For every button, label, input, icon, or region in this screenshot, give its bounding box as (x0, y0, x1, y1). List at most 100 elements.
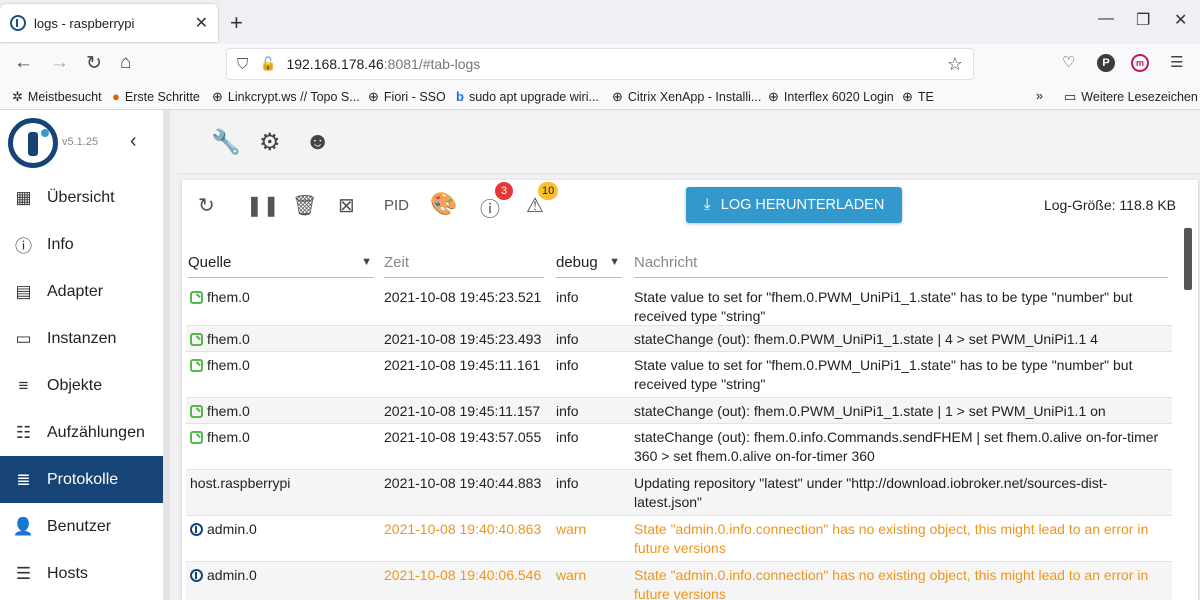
download-log-button[interactable]: ⤓ LOG HERUNTERLADEN (686, 187, 902, 223)
row-time: 2021-10-08 19:45:11.161 (384, 357, 541, 373)
insecure-lock-icon[interactable]: 🔓 (260, 56, 276, 72)
row-message: State "admin.0.info.connection" has no e… (634, 521, 1149, 556)
extension-icon[interactable]: m (1131, 54, 1149, 72)
row-source: fhem.0 (190, 288, 250, 307)
minimize-icon[interactable]: — (1098, 10, 1114, 28)
row-level: info (556, 357, 579, 373)
bookmark-interflex[interactable]: ⊕ Interflex 6020 Login (768, 89, 894, 105)
error-count-badge: 3 (495, 182, 513, 200)
back-icon[interactable]: ← (14, 52, 33, 74)
sidebar-item-protokolle[interactable]: ≣ Protokolle (0, 456, 163, 503)
row-level: warn (556, 567, 587, 583)
row-source: fhem.0 (190, 402, 250, 421)
table-row: admin.0 2021-10-08 19:40:40.863 warn Sta… (186, 516, 1172, 562)
row-level: warn (556, 521, 587, 537)
time-column-header: Zeit (384, 250, 544, 278)
info-icon: ⓘ (15, 237, 32, 256)
refresh-icon[interactable]: ↻ (198, 193, 215, 218)
tab-title: logs - raspberrypi (34, 15, 135, 31)
sidebar-item-adapter[interactable]: ▤ Adapter (0, 268, 163, 315)
list-icon: ≡ (18, 375, 29, 395)
collapse-sidebar-icon[interactable]: ‹ (130, 130, 137, 153)
menu-icon[interactable]: ☰ (1170, 53, 1183, 71)
url-bar[interactable]: ⛉ 🔓 192.168.178.46:8081/#tab-logs ☆ (226, 48, 974, 80)
forward-icon[interactable]: → (50, 52, 69, 74)
bing-icon: b (456, 89, 464, 104)
row-level: info (556, 475, 579, 491)
log-size-label: Log-Größe: 118.8 KB (1043, 197, 1176, 213)
palette-icon[interactable]: 🎨 (430, 191, 457, 217)
row-level: info (556, 429, 579, 445)
expert-mode-head-icon[interactable]: ☻ (305, 128, 330, 156)
row-level: info (556, 403, 579, 419)
home-icon[interactable]: ⌂ (120, 52, 131, 74)
fhem-icon (190, 333, 203, 346)
row-message: Updating repository "latest" under "http… (634, 475, 1108, 510)
admin-adapter-icon (190, 523, 203, 536)
row-source: fhem.0 (190, 428, 250, 447)
sidebar-item-aufzaehlungen[interactable]: ☷ Aufzählungen (0, 409, 163, 456)
close-window-icon[interactable]: ✕ (1174, 10, 1187, 30)
globe-icon: ⊕ (368, 89, 379, 104)
reload-icon[interactable]: ↻ (86, 52, 102, 75)
table-row: admin.0 2021-10-08 19:40:06.546 warn Sta… (186, 562, 1172, 600)
wrench-icon[interactable]: 🔧 (211, 128, 241, 157)
firefox-icon: ● (112, 89, 120, 104)
url-text[interactable]: 192.168.178.46:8081/#tab-logs (286, 56, 480, 72)
settings-gear-icon[interactable]: ⚙ (259, 128, 281, 157)
bookmark-fiori[interactable]: ⊕ Fiori - SSO (368, 89, 446, 105)
row-time: 2021-10-08 19:45:11.157 (384, 403, 541, 419)
row-message: State value to set for "fhem.0.PWM_UniPi… (634, 289, 1133, 324)
table-row: fhem.0 2021-10-08 19:45:23.493 info stat… (186, 326, 1172, 352)
restore-icon[interactable]: ❐ (1136, 10, 1150, 30)
profile-avatar[interactable]: P (1097, 54, 1115, 72)
row-time: 2021-10-08 19:40:06.546 (384, 567, 542, 583)
pocket-icon[interactable]: ♡ (1062, 53, 1075, 71)
bookmark-te[interactable]: ⊕ TE (902, 89, 934, 105)
table-row: fhem.0 2021-10-08 19:45:23.521 info Stat… (186, 280, 1172, 326)
fhem-icon (190, 359, 203, 372)
sidebar-item-objekte[interactable]: ≡ Objekte (0, 362, 163, 409)
source-column-filter[interactable]: Quelle ▼ (188, 250, 374, 278)
version-label: v5.1.25 (62, 136, 99, 148)
globe-icon: ⊕ (212, 89, 223, 104)
bookmark-sudo-apt[interactable]: b sudo apt upgrade wiri... (456, 89, 599, 104)
bookmark-other[interactable]: ▭ Weitere Lesezeichen (1064, 89, 1198, 105)
sidebar-item-benutzer[interactable]: 👤 Benutzer (0, 503, 163, 550)
delete-icon[interactable]: 🗑 (292, 193, 317, 218)
sidebar-item-hosts[interactable]: ☰ Hosts (0, 550, 163, 597)
instances-icon: ▭ (15, 328, 32, 348)
sidebar-item-info[interactable]: ⓘ Info (0, 221, 163, 268)
folder-icon: ▭ (1064, 89, 1077, 104)
level-column-filter[interactable]: debug ▼ (556, 250, 622, 278)
browser-tab-active[interactable]: logs - raspberrypi ✕ (0, 4, 218, 42)
tracking-shield-icon[interactable]: ⛉ (237, 56, 248, 73)
table-row: fhem.0 2021-10-08 19:43:57.055 info stat… (186, 424, 1172, 470)
bookmark-meistbesucht[interactable]: ✲ Meistbesucht (12, 89, 102, 105)
top-toolbar: 🔧 ⚙ ☻ (177, 110, 1200, 174)
fhem-icon (190, 291, 203, 304)
table-row: fhem.0 2021-10-08 19:45:11.157 info stat… (186, 398, 1172, 424)
row-source: fhem.0 (190, 330, 250, 349)
log-panel: ↻ ❚❚ 🗑 ⊠ PID 🎨 ⓘ 3 ⚠ 10 ⤓ LOG HERUNTERLAD… (182, 180, 1198, 600)
row-message: stateChange (out): fhem.0.info.Commands.… (634, 429, 1159, 464)
row-message: stateChange (out): fhem.0.PWM_UniPi1_1.s… (634, 403, 1106, 419)
admin-adapter-icon (190, 569, 203, 582)
more-bookmarks-chevron-icon[interactable]: » (1036, 89, 1043, 103)
new-tab-button[interactable]: + (230, 10, 243, 36)
close-tab-icon[interactable]: ✕ (195, 13, 208, 33)
log-scrollbar[interactable] (1184, 228, 1192, 290)
row-time: 2021-10-08 19:45:23.521 (384, 289, 542, 305)
bookmark-erste-schritte[interactable]: ● Erste Schritte (112, 89, 200, 104)
message-filter-input[interactable]: Nachricht (634, 250, 1168, 278)
sidebar-item-uebersicht[interactable]: ▦ Übersicht (0, 174, 163, 221)
bookmark-linkcrypt[interactable]: ⊕ Linkcrypt.ws // Topo S... (212, 89, 360, 105)
bookmark-star-icon[interactable]: ☆ (947, 54, 963, 75)
table-row: fhem.0 2021-10-08 19:45:11.161 info Stat… (186, 352, 1172, 398)
iobroker-logo[interactable] (8, 118, 58, 168)
clear-log-icon[interactable]: ⊠ (338, 193, 355, 218)
pause-icon[interactable]: ❚❚ (246, 193, 280, 218)
pid-toggle[interactable]: PID (384, 197, 409, 214)
sidebar-item-instanzen[interactable]: ▭ Instanzen (0, 315, 163, 362)
bookmark-citrix[interactable]: ⊕ Citrix XenApp - Installi... (612, 89, 761, 105)
